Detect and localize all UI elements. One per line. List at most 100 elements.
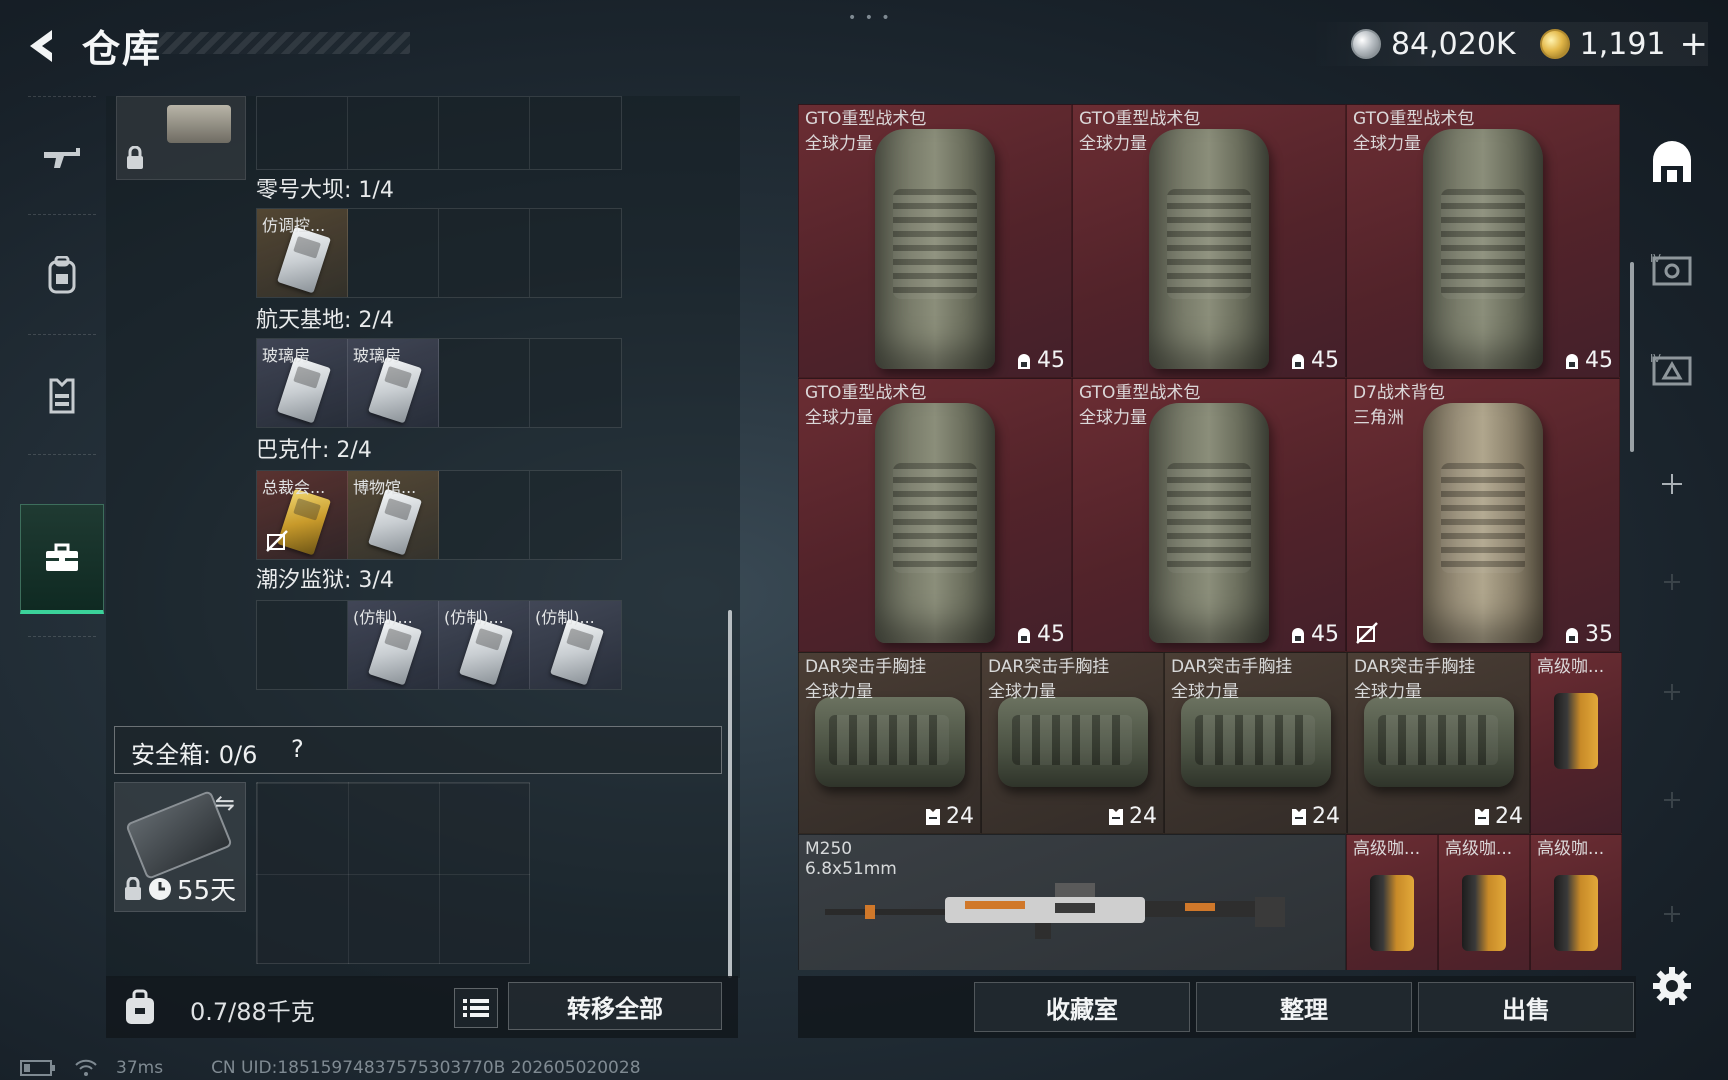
item-name: D7战术背包 [1353, 383, 1445, 403]
nav-armor[interactable] [20, 340, 104, 450]
nav-weapons[interactable] [20, 102, 104, 212]
key-slot[interactable] [530, 471, 621, 559]
safebox-item[interactable]: ⇋ 55天 [114, 782, 246, 912]
clock-icon [149, 877, 171, 900]
no-trade-icon [266, 530, 288, 552]
capacity-badge: 45 [1289, 348, 1339, 373]
transfer-all-button[interactable]: 转移全部 [508, 982, 722, 1030]
key-card-slot[interactable]: (仿制)... [348, 601, 439, 689]
keycard-image [367, 618, 423, 686]
key-card-slot[interactable]: 总裁会... [257, 471, 348, 559]
stash-item-backpack[interactable]: GTO重型战术包 全球力量 45 [1072, 378, 1346, 652]
stash-item-chest-rig[interactable]: DAR突击手胸挂 全球力量 24 [1347, 652, 1530, 834]
stash-item-backpack[interactable]: GTO重型战术包 全球力量 45 [1072, 104, 1346, 378]
swap-icon[interactable]: ⇋ [215, 789, 235, 817]
organize-button[interactable]: 整理 [1196, 982, 1412, 1032]
settings-button[interactable] [1640, 954, 1704, 1018]
stash-item-weapon[interactable]: M250 6.8x51mm [798, 834, 1346, 970]
stash-page-icon: IV [1650, 252, 1692, 286]
coffee-image [1370, 875, 1414, 951]
key-card-slot[interactable]: (仿制)... [530, 601, 621, 689]
key-slot[interactable] [348, 209, 439, 297]
vest-capacity-icon [1292, 808, 1306, 825]
nav-divider [28, 636, 96, 637]
map-key-label: 零号大坝: 1/4 [256, 178, 394, 203]
backpack-image [1423, 129, 1543, 369]
capacity-badge: 24 [1473, 804, 1523, 829]
safebox-duration: 55天 [123, 870, 236, 907]
nav-divider [28, 96, 96, 97]
key-slot[interactable] [439, 471, 530, 559]
add-currency-button[interactable]: + [1680, 27, 1709, 61]
stash-scrollbar[interactable] [1630, 262, 1634, 452]
key-slot[interactable] [257, 601, 348, 689]
key-card-slot[interactable]: 玻璃房 [257, 339, 348, 427]
stash-item-backpack[interactable]: GTO重型战术包 全球力量 45 [798, 378, 1072, 652]
nav-backpacks[interactable] [20, 220, 104, 330]
key-slot[interactable] [439, 339, 530, 427]
stash-item-chest-rig[interactable]: DAR突击手胸挂 全球力量 24 [798, 652, 981, 834]
chest-rig-image [997, 697, 1148, 787]
stash-item-backpack[interactable]: D7战术背包 三角洲 35 [1346, 378, 1620, 652]
add-stash-button[interactable] [1640, 452, 1704, 516]
key-card-slot[interactable]: (仿制)... [439, 601, 530, 689]
weapon-caliber: 6.8x51mm [805, 859, 897, 879]
stash-item-chest-rig[interactable]: DAR突击手胸挂 全球力量 24 [1164, 652, 1347, 834]
stash-item-chest-rig[interactable]: DAR突击手胸挂 全球力量 24 [981, 652, 1164, 834]
drag-handle[interactable]: • • • [848, 10, 892, 26]
plus-icon [1662, 474, 1682, 494]
key-slot[interactable] [530, 97, 621, 169]
safebox-days: 55天 [177, 876, 237, 906]
key-card-slot[interactable]: 仿调控... [257, 209, 348, 297]
capacity-value: 35 [1585, 622, 1613, 647]
map-key-label: 巴克什: 2/4 [256, 438, 372, 463]
keycard-name: 玻璃房 [262, 346, 311, 365]
coffee-image [1554, 875, 1598, 951]
top-bar: 仓库 • • • 84,020K 1,191 + [0, 0, 1728, 92]
left-scrollbar[interactable] [728, 610, 732, 978]
capacity-badge: 24 [1290, 804, 1340, 829]
plus-icon [1664, 906, 1680, 922]
item-name: GTO重型战术包 [1353, 109, 1475, 129]
safebox-slots[interactable] [256, 782, 530, 964]
key-card-slot[interactable]: 玻璃房 [348, 339, 439, 427]
stash-item-coffee[interactable]: 高级咖... [1346, 834, 1438, 970]
stash-item-coffee[interactable]: 高级咖... [1438, 834, 1530, 970]
key-slot[interactable] [530, 339, 621, 427]
stash-main-tab[interactable] [1640, 130, 1704, 194]
key-slot[interactable] [257, 97, 348, 169]
capacity-badge: 45 [1015, 622, 1065, 647]
wifi-icon [75, 1059, 97, 1076]
keycard-image [549, 618, 605, 686]
nav-keys[interactable] [20, 504, 104, 614]
item-faction: 全球力量 [1354, 682, 1422, 702]
list-view-button[interactable] [454, 988, 498, 1028]
key-card-slot[interactable]: 博物馆... [348, 471, 439, 559]
stash-item-backpack[interactable]: GTO重型战术包 全球力量 45 [1346, 104, 1620, 378]
sell-button[interactable]: 出售 [1418, 982, 1634, 1032]
item-faction: 三角洲 [1353, 408, 1404, 428]
no-trade-icon [1356, 622, 1378, 644]
capacity-badge: 24 [1107, 804, 1157, 829]
rifle-icon [44, 148, 80, 168]
stash-tab-5[interactable]: IV [1640, 338, 1704, 402]
back-arrow-icon [30, 30, 52, 62]
key-case-item[interactable] [116, 96, 246, 180]
stash-tab-4[interactable]: IV [1640, 238, 1704, 302]
silver-amount: 84,020K [1390, 26, 1516, 62]
stash-item-backpack[interactable]: GTO重型战术包 全球力量 45 [798, 104, 1072, 378]
back-button[interactable] [22, 26, 62, 66]
stash-item-coffee[interactable]: 高级咖... [1530, 652, 1622, 834]
svg-text:IV: IV [1650, 352, 1661, 365]
key-slot[interactable] [439, 209, 530, 297]
stash-item-coffee[interactable]: 高级咖... [1530, 834, 1622, 970]
key-slot[interactable] [439, 97, 530, 169]
capacity-icon [1018, 627, 1030, 643]
map-key-label: 航天基地: 2/4 [256, 308, 394, 333]
ping-readout: 37ms [116, 1058, 164, 1078]
key-slot[interactable] [530, 209, 621, 297]
item-faction: 全球力量 [805, 408, 873, 428]
safebox-help-button[interactable]: ? [291, 735, 304, 763]
key-slot[interactable] [348, 97, 439, 169]
collection-room-button[interactable]: 收藏室 [974, 982, 1190, 1032]
